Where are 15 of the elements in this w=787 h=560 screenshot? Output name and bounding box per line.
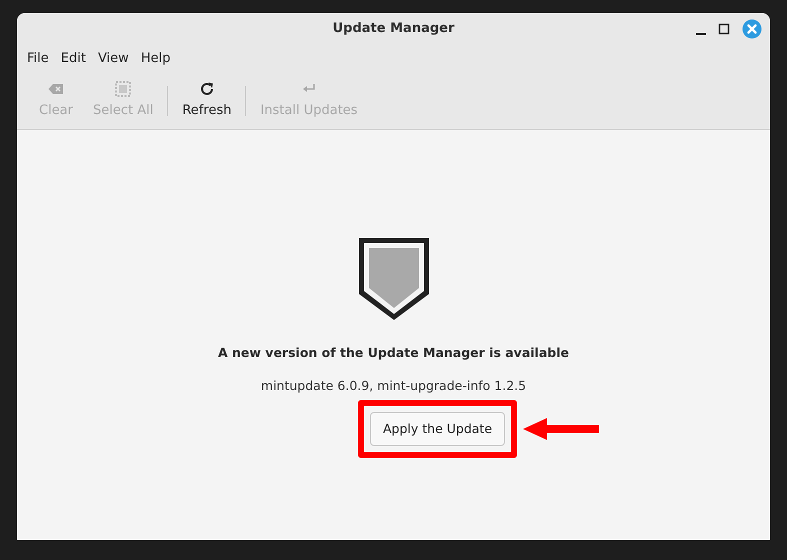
- menu-item[interactable]: Help: [134, 48, 176, 68]
- window-title: Update Manager: [332, 20, 454, 38]
- menu-item[interactable]: Edit: [54, 48, 92, 68]
- menu-item[interactable]: File: [21, 48, 55, 68]
- close-button[interactable]: [742, 19, 762, 39]
- apply-update-button[interactable]: Apply the Update: [370, 412, 506, 446]
- shield-icon: [356, 236, 430, 322]
- clear-icon: [48, 83, 64, 96]
- toolbar-button[interactable]: Refresh: [172, 80, 242, 121]
- version-text: mintupdate 6.0.9, mint-upgrade-info 1.2.5: [260, 376, 526, 395]
- refresh-icon: [198, 81, 215, 98]
- maximize-button[interactable]: [718, 23, 730, 35]
- message-heading: A new version of the Update Manager is available: [218, 344, 569, 362]
- menu-item[interactable]: View: [92, 48, 135, 68]
- select-all-icon: [115, 81, 132, 98]
